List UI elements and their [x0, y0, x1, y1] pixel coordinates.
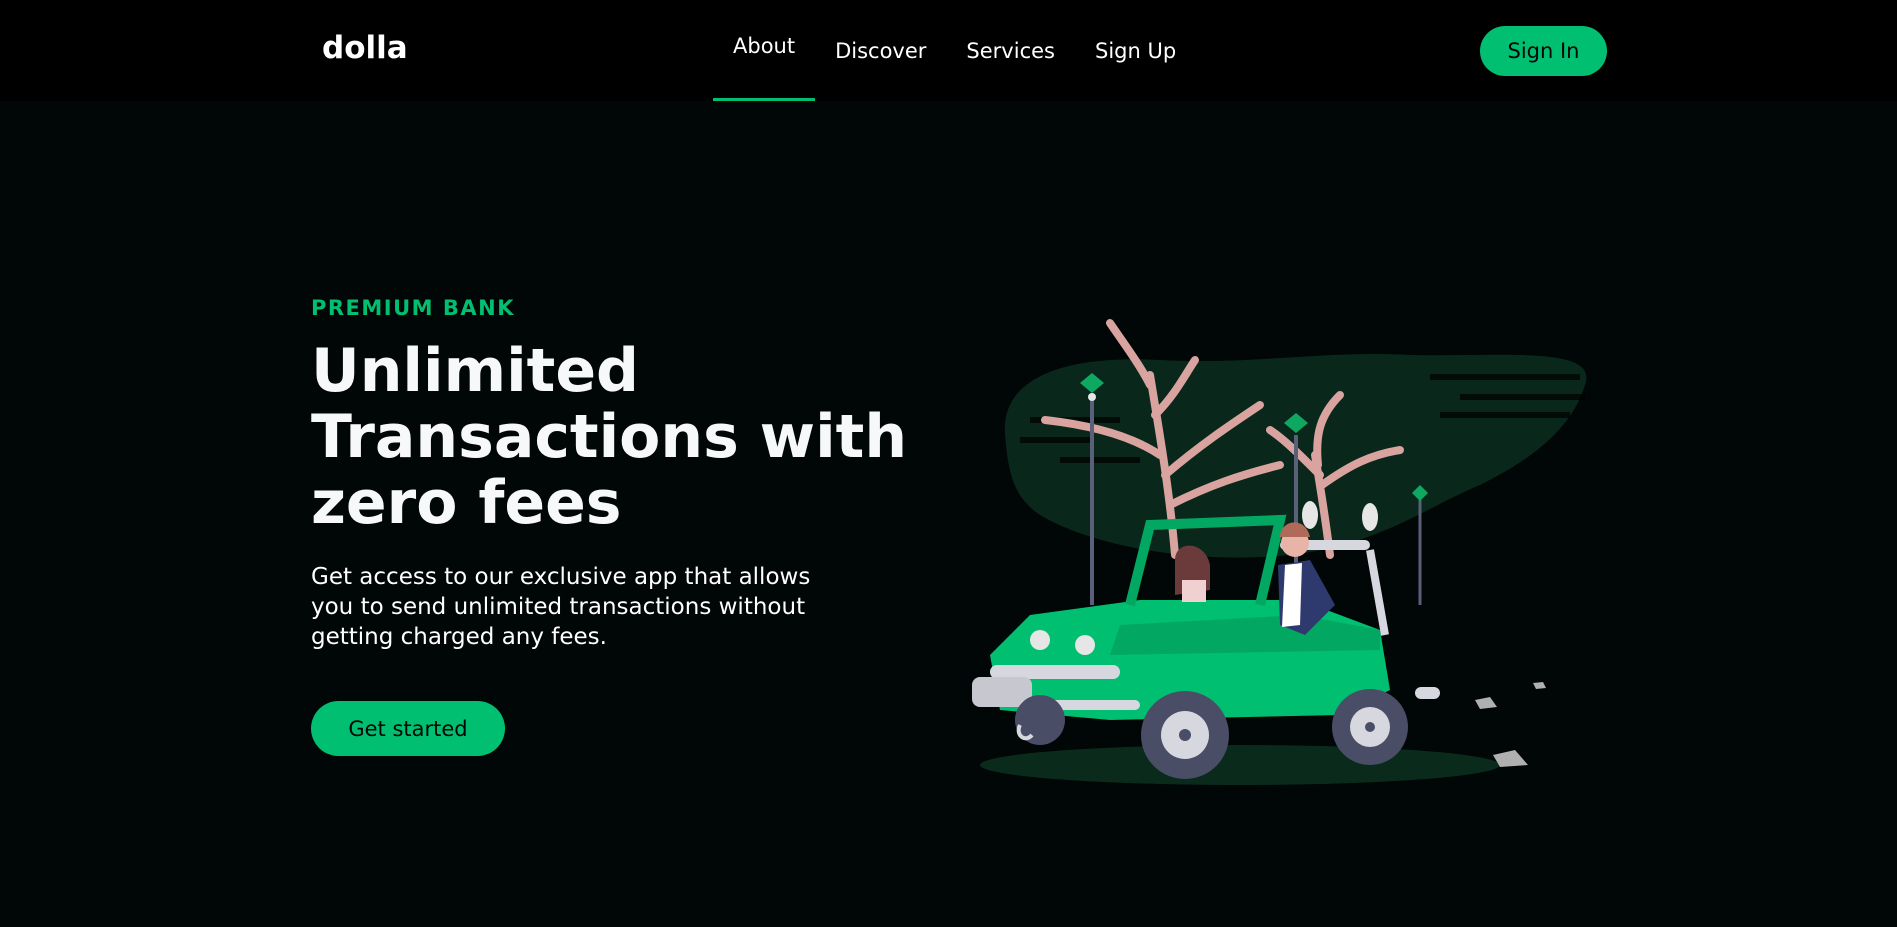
nav-link-label: Discover: [835, 38, 927, 63]
nav-link-about[interactable]: About: [713, 0, 816, 101]
navbar: dolla About Discover Services Sign Up Si…: [0, 0, 1897, 101]
nav-link-label: About: [733, 34, 796, 58]
hero-top-line: PREMIUM BANK: [311, 296, 515, 320]
logo[interactable]: dolla: [322, 30, 408, 66]
nav-link-discover[interactable]: Discover: [815, 0, 946, 101]
car-trip-illustration: [972, 319, 1587, 785]
get-started-button[interactable]: Get started: [311, 701, 505, 756]
nav-link-signup[interactable]: Sign Up: [1075, 0, 1196, 101]
nav-link-services[interactable]: Services: [946, 0, 1075, 101]
nav-menu: About Discover Services Sign Up: [713, 0, 1196, 101]
nav-link-label: Services: [966, 38, 1055, 63]
hero-subtitle: Get access to our exclusive app that all…: [311, 564, 811, 650]
sign-in-button[interactable]: Sign In: [1480, 26, 1607, 76]
hero-heading: Unlimited Transactions with zero fees: [311, 336, 908, 538]
hero-text-section: PREMIUM BANK Unlimited Transactions with…: [311, 295, 951, 652]
nav-link-label: Sign Up: [1094, 38, 1177, 63]
